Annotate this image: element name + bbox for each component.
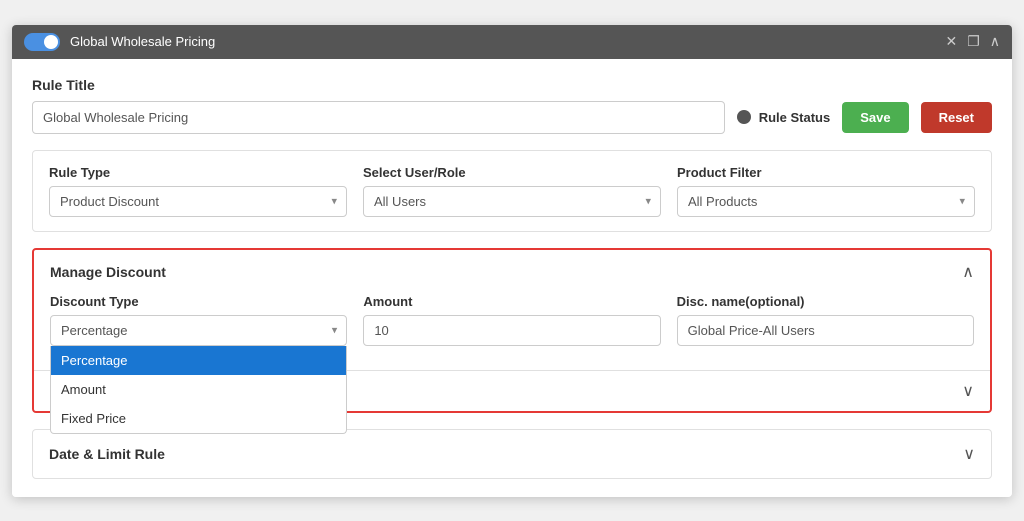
discount-type-dropdown-list: Percentage Amount Fixed Price xyxy=(50,346,347,434)
save-button[interactable]: Save xyxy=(842,102,908,133)
rule-type-select[interactable]: Product Discount Fixed Price Percentage xyxy=(49,186,347,217)
main-content: Rule Title Rule Status Save Reset Rule T… xyxy=(12,59,1012,497)
user-role-label: Select User/Role xyxy=(363,165,661,180)
amount-field: Amount xyxy=(363,294,660,346)
dropdown-item-amount[interactable]: Amount xyxy=(51,375,346,404)
rule-title-input[interactable] xyxy=(32,101,725,134)
date-limit-title: Date & Limit Rule xyxy=(49,446,165,462)
date-limit-header[interactable]: Date & Limit Rule ∨ xyxy=(33,430,991,478)
dropdown-item-fixed-price[interactable]: Fixed Price xyxy=(51,404,346,433)
window-title: Global Wholesale Pricing xyxy=(70,34,215,49)
amount-label: Amount xyxy=(363,294,660,309)
product-filter-field: Product Filter All Products Specific Pro… xyxy=(677,165,975,217)
main-window: Global Wholesale Pricing ✕ ❐ ∧ Rule Titl… xyxy=(12,25,1012,497)
product-filter-label: Product Filter xyxy=(677,165,975,180)
rule-title-label: Rule Title xyxy=(32,77,992,93)
product-filter-select-wrapper: All Products Specific Products Categorie… xyxy=(677,186,975,217)
disc-name-input[interactable] xyxy=(677,315,974,346)
rule-type-row: Rule Type Product Discount Fixed Price P… xyxy=(32,150,992,232)
close-icon[interactable]: ✕ xyxy=(945,33,957,50)
rule-title-row: Rule Status Save Reset xyxy=(32,101,992,134)
rule-type-label: Rule Type xyxy=(49,165,347,180)
toggle-switch[interactable] xyxy=(24,33,60,51)
amount-input[interactable] xyxy=(363,315,660,346)
discount-fields: Discount Type Percentage Amount Fixed Pr… xyxy=(50,294,974,346)
user-role-select[interactable]: All Users Guest Registered xyxy=(363,186,661,217)
manage-discount-title: Manage Discount xyxy=(50,264,166,280)
rule-status-group: Rule Status xyxy=(737,110,831,125)
date-limit-chevron-down-icon: ∨ xyxy=(963,444,975,464)
user-role-select-wrapper: All Users Guest Registered ▾ xyxy=(363,186,661,217)
collapse-icon[interactable]: ∧ xyxy=(990,33,1000,50)
rule-type-field: Rule Type Product Discount Fixed Price P… xyxy=(49,165,347,217)
copy-icon[interactable]: ❐ xyxy=(967,33,980,50)
discount-type-field: Discount Type Percentage Amount Fixed Pr… xyxy=(50,294,347,346)
manage-discount-chevron-up-icon: ∧ xyxy=(962,262,974,282)
rule-status-label: Rule Status xyxy=(759,110,831,125)
title-bar-left: Global Wholesale Pricing xyxy=(24,33,215,51)
reset-button[interactable]: Reset xyxy=(921,102,992,133)
discount-type-label: Discount Type xyxy=(50,294,347,309)
manage-discount-header[interactable]: Manage Discount ∧ xyxy=(34,250,990,294)
discount-type-select[interactable]: Percentage Amount Fixed Price xyxy=(50,315,347,346)
user-role-field: Select User/Role All Users Guest Registe… xyxy=(363,165,661,217)
disc-name-field: Disc. name(optional) xyxy=(677,294,974,346)
discount-type-dropdown-wrapper: Percentage Amount Fixed Price ▾ Percenta… xyxy=(50,315,347,346)
dropdown-item-percentage[interactable]: Percentage xyxy=(51,346,346,375)
date-limit-section: Date & Limit Rule ∨ xyxy=(32,429,992,479)
disc-name-label: Disc. name(optional) xyxy=(677,294,974,309)
manage-discount-body: Discount Type Percentage Amount Fixed Pr… xyxy=(34,294,990,370)
title-bar-actions: ✕ ❐ ∧ xyxy=(945,33,1000,50)
conditions-chevron-down-icon: ∨ xyxy=(962,381,974,401)
rule-type-select-wrapper: Product Discount Fixed Price Percentage … xyxy=(49,186,347,217)
product-filter-select[interactable]: All Products Specific Products Categorie… xyxy=(677,186,975,217)
status-dot xyxy=(737,110,751,124)
manage-discount-section: Manage Discount ∧ Discount Type Percenta… xyxy=(32,248,992,413)
title-bar: Global Wholesale Pricing ✕ ❐ ∧ xyxy=(12,25,1012,59)
